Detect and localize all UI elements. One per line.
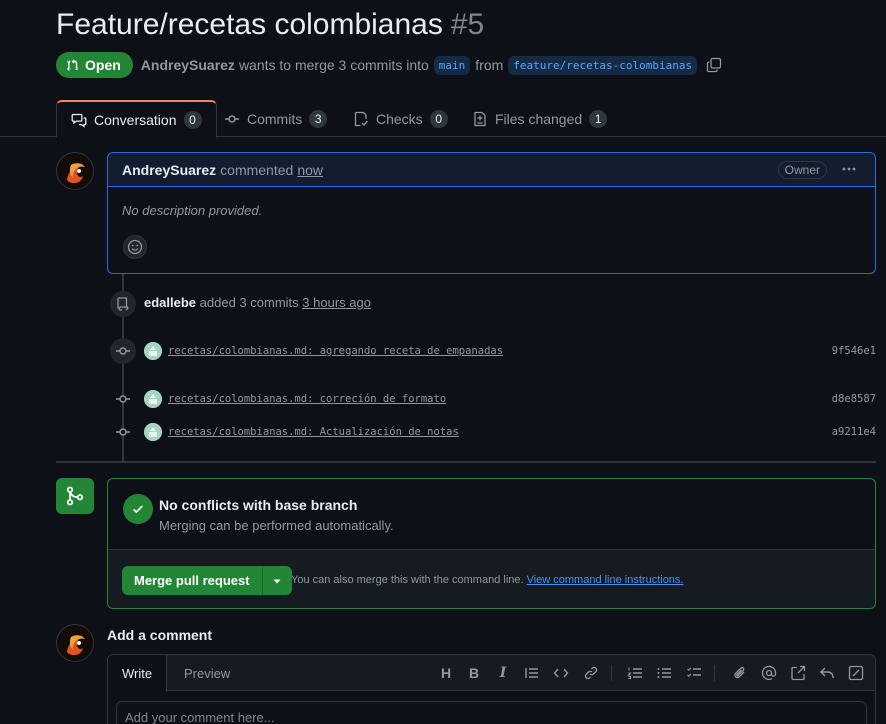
mention-icon[interactable]	[760, 664, 778, 682]
copy-icon[interactable]	[706, 57, 722, 73]
add-comment-title: Add a comment	[107, 627, 213, 643]
bold-icon[interactable]: B	[465, 664, 483, 682]
toolbar-divider	[714, 665, 715, 681]
commit-sha[interactable]: d8e8587	[832, 393, 876, 405]
ordered-list-icon[interactable]	[626, 664, 644, 682]
tab-conversation[interactable]: Conversation 0	[56, 100, 217, 138]
timeline-separator	[56, 461, 876, 463]
commit-icon	[110, 419, 136, 445]
checklist-icon	[354, 111, 369, 126]
file-diff-icon	[474, 111, 486, 126]
code-icon[interactable]	[552, 664, 570, 682]
tab-preview[interactable]: Preview	[184, 655, 230, 691]
state-badge: Open	[56, 52, 133, 78]
push-event: edallebe added 3 commits 3 hours ago	[144, 295, 371, 310]
check-icon	[123, 494, 153, 524]
owner-badge: Owner	[777, 161, 827, 179]
heading-icon[interactable]: H	[437, 664, 455, 682]
merge-status-title: No conflicts with base branch	[159, 497, 358, 513]
state-label: Open	[85, 57, 121, 73]
unordered-list-icon[interactable]	[655, 664, 673, 682]
tab-commits-label: Commits	[247, 110, 303, 127]
tab-conversation-label: Conversation	[94, 111, 177, 128]
comment-header: AndreySuarez commented now Owner	[108, 153, 875, 187]
toolbar-divider	[611, 665, 612, 681]
smiley-icon[interactable]	[123, 235, 147, 259]
quote-icon[interactable]	[523, 664, 541, 682]
commit-message[interactable]: recetas/colombianas.md: agregando receta…	[168, 345, 503, 357]
commit-author-avatar[interactable]	[144, 342, 162, 360]
merge-status-subtitle: Merging can be performed automatically.	[159, 518, 394, 533]
pr-meta: Open AndreySuarez wants to merge 3 commi…	[56, 52, 722, 78]
push-time[interactable]: 3 hours ago	[302, 295, 371, 310]
triangle-down-icon	[273, 579, 281, 583]
merge-options-dropdown[interactable]	[261, 566, 292, 595]
command-line-instructions-link[interactable]: View command line instructions.	[527, 574, 684, 586]
base-branch[interactable]: main	[433, 55, 471, 75]
commit-author-avatar[interactable]	[144, 390, 162, 408]
comment-discussion-icon	[71, 113, 87, 128]
pr-author-link[interactable]: AndreySuarez	[141, 57, 235, 73]
git-merge-icon	[56, 478, 94, 514]
tab-files-changed-count: 1	[589, 109, 608, 128]
commit-row: recetas/colombianas.md: agregando receta…	[110, 338, 876, 364]
push-actor[interactable]: edallebe	[144, 295, 196, 310]
avatar[interactable]	[56, 152, 94, 190]
commit-icon	[110, 386, 136, 412]
avatar[interactable]	[56, 624, 94, 662]
tab-files-changed[interactable]: Files changed 1	[472, 100, 608, 137]
kebab-menu-icon[interactable]	[841, 161, 857, 180]
command-line-hint: You can also merge this with the command…	[291, 574, 683, 586]
paperclip-icon[interactable]	[731, 664, 749, 682]
tab-conversation-count: 0	[183, 110, 202, 129]
from-text: from	[475, 57, 504, 73]
reply-icon[interactable]	[818, 664, 836, 682]
comment-body: No description provided.	[122, 203, 263, 218]
commit-row: recetas/colombianas.md: Actualización de…	[110, 421, 876, 443]
commit-sha[interactable]: 9f546e1	[832, 345, 876, 357]
head-branch[interactable]: feature/recetas-colombianas	[508, 55, 698, 75]
command-line-hint-text: You can also merge this with the command…	[291, 574, 524, 586]
link-icon[interactable]	[582, 664, 600, 682]
commit-icon	[110, 338, 136, 364]
editor-tabs: Write Preview H B I	[108, 655, 875, 692]
comment-author[interactable]: AndreySuarez	[122, 162, 216, 178]
merge-status: No conflicts with base branch Merging ca…	[108, 479, 875, 550]
push-action: added 3 commits	[199, 295, 299, 310]
tab-checks-label: Checks	[376, 110, 423, 127]
commit-message[interactable]: recetas/colombianas.md: correción de for…	[168, 393, 446, 405]
commit-sha[interactable]: a9211e4	[832, 426, 876, 438]
italic-icon[interactable]: I	[494, 664, 512, 682]
repo-push-icon	[110, 291, 136, 317]
merge-text: wants to merge 3 commits into	[238, 57, 429, 73]
merge-actions: Merge pull request You can also merge th…	[108, 550, 875, 608]
tab-write[interactable]: Write	[108, 655, 168, 692]
comment-input[interactable]	[116, 701, 867, 724]
cross-reference-icon[interactable]	[789, 664, 807, 682]
pr-number: #5	[450, 8, 485, 41]
tab-commits[interactable]: Commits 3	[224, 100, 328, 137]
commit-icon	[225, 114, 239, 123]
merge-pull-request-button[interactable]: Merge pull request	[122, 566, 262, 595]
tab-checks-count: 0	[429, 109, 448, 128]
merge-box: No conflicts with base branch Merging ca…	[107, 478, 876, 609]
pull-request-icon	[67, 59, 79, 71]
commit-author-avatar[interactable]	[144, 423, 162, 441]
tab-files-changed-label: Files changed	[495, 110, 583, 127]
tasklist-icon[interactable]	[685, 664, 703, 682]
merge-button-group: Merge pull request	[122, 566, 292, 595]
tab-commits-count: 3	[309, 109, 328, 128]
comment-action: commented	[220, 161, 294, 178]
pr-tabs: Conversation 0 Commits 3 Checks 0 Files …	[0, 100, 886, 138]
commit-row: recetas/colombianas.md: correción de for…	[110, 388, 876, 410]
comment-editor: Write Preview H B I	[107, 654, 876, 724]
fullscreen-icon[interactable]	[847, 664, 865, 682]
pr-description-comment: AndreySuarez commented now Owner No desc…	[107, 152, 876, 274]
pr-title-row: Feature/recetas colombianas #5	[56, 8, 484, 48]
tab-checks[interactable]: Checks 0	[353, 100, 448, 137]
pr-title: Feature/recetas colombianas	[56, 8, 443, 41]
comment-time[interactable]: now	[297, 162, 323, 178]
commit-message[interactable]: recetas/colombianas.md: Actualización de…	[168, 426, 459, 438]
